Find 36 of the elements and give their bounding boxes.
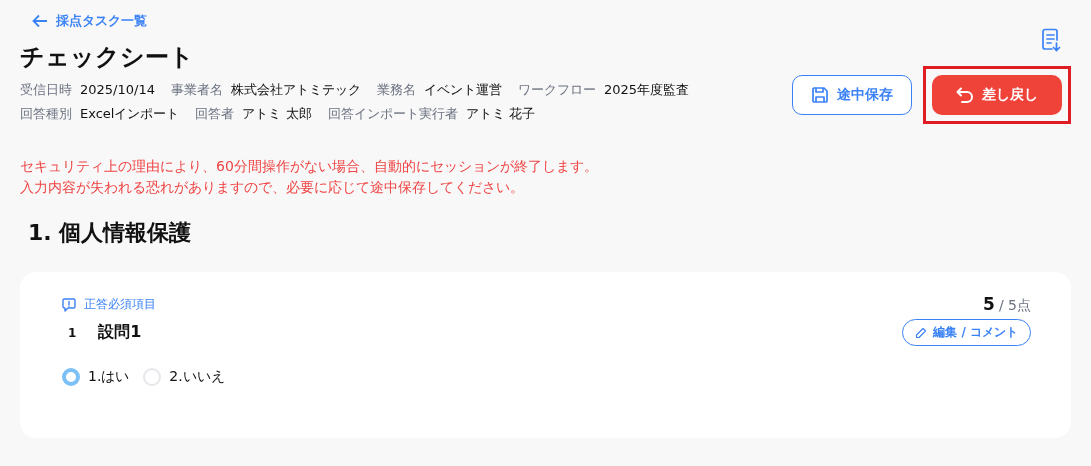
meta-label: 受信日時 [20, 81, 72, 99]
back-link[interactable]: 採点タスク一覧 [32, 12, 147, 30]
radio-button[interactable] [62, 368, 80, 386]
warning-text: セキュリティ上の理由により、60分間操作がない場合、自動的にセッションが終了します。 [20, 157, 599, 176]
meta-value: イベント運営 [423, 81, 502, 99]
meta-value: アトミ 太郎 [242, 105, 312, 123]
question-title: 設問1 [98, 322, 142, 343]
question-number: 1 [68, 325, 77, 340]
save-button[interactable]: 途中保存 [792, 75, 912, 115]
alert-message-icon [62, 297, 76, 312]
back-arrow-icon [32, 14, 48, 28]
section-title: 1. 個人情報保護 [28, 219, 193, 247]
meta-label: 回答者 [195, 105, 235, 123]
meta-label: 事業者名 [170, 81, 223, 99]
document-download-icon[interactable] [1041, 28, 1061, 52]
pencil-icon [915, 326, 928, 339]
save-icon [811, 86, 829, 104]
required-label: 正答必須項目 [84, 296, 156, 313]
meta-value: 2025/10/14 [80, 81, 155, 99]
edit-comment-button[interactable]: 編集 / コメント [902, 319, 1031, 346]
return-button[interactable]: 差し戻し [932, 75, 1062, 115]
meta-label: 回答種別 [20, 105, 72, 123]
meta-value: Excelインポート [80, 105, 180, 123]
option-label: 2.いいえ [169, 368, 225, 386]
meta-value: アトミ 花子 [465, 105, 535, 123]
meta-label: ワークフロー [517, 81, 596, 99]
warning-text: 入力内容が失われる恐れがありますので、必要に応じて途中保存してください。 [20, 178, 525, 197]
meta-value: 株式会社アトミテック [230, 81, 361, 99]
meta-value: 2025年度監査 [603, 81, 690, 99]
meta-label: 業務名 [376, 81, 416, 99]
max-score: / 5点 [998, 297, 1031, 313]
score-value: 5 [983, 294, 995, 314]
undo-icon [956, 87, 974, 103]
page-title: チェックシート [20, 42, 195, 72]
meta-label: 回答インポート実行者 [327, 105, 458, 123]
option-label: 1.はい [88, 368, 130, 386]
